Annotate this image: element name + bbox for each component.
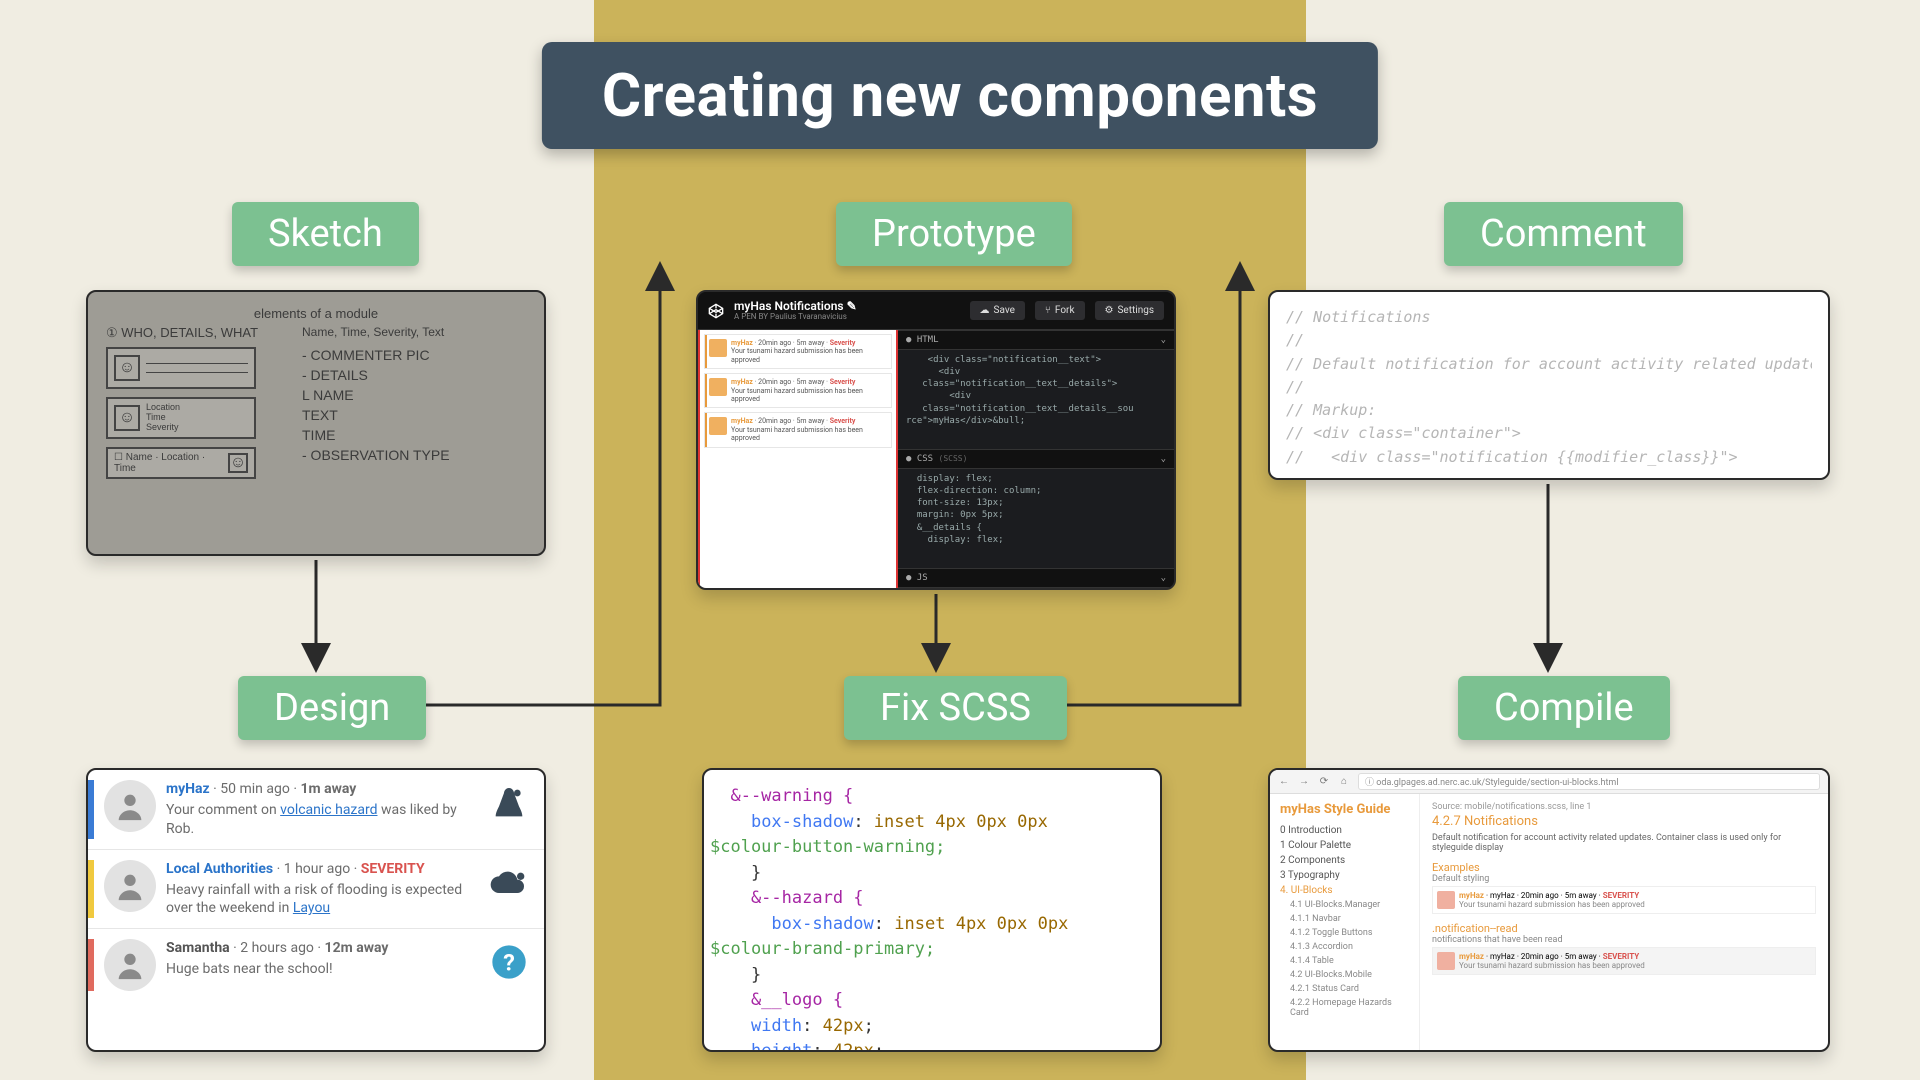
styleguide-nav-item[interactable]: 4.2.1 Status Card: [1280, 982, 1409, 996]
preview-notification: myHaz · 20min ago · 5m away · SeverityYo…: [704, 334, 892, 369]
slide-title: Creating new components: [542, 42, 1378, 149]
avatar: [709, 378, 727, 396]
read-heading: .notification--read: [1432, 922, 1816, 935]
browser-toolbar: ← → ⟳ ⌂ ⓘ oda.glpages.ad.nerc.ac.uk/Styl…: [1270, 770, 1828, 794]
url-bar[interactable]: ⓘ oda.glpages.ad.nerc.ac.uk/Styleguide/s…: [1358, 773, 1820, 790]
styleguide-main: Source: mobile/notifications.scss, line …: [1420, 794, 1828, 1050]
sketch-side-note: Name, Time, Severity, Text: [302, 325, 526, 339]
scss-code: &--warning { box-shadow: inset 4px 0px 0…: [710, 784, 1154, 1052]
styleguide-brand: myHas Style Guide: [1280, 802, 1409, 817]
avatar: [1437, 891, 1455, 909]
stage-fixscss-label: Fix SCSS: [844, 676, 1067, 740]
severity-bar: [88, 939, 94, 991]
styleguide-nav-item[interactable]: 4.2 UI-Blocks.Mobile: [1280, 968, 1409, 982]
sketch-header-line: ① WHO, DETAILS, WHAT: [106, 325, 286, 341]
cloud-icon: [486, 860, 532, 906]
styleguide-nav-item[interactable]: 0 Introduction: [1280, 823, 1409, 838]
sketch-panel: elements of a module ① WHO, DETAILS, WHA…: [86, 290, 546, 556]
notification-body: myHaz · 50 min ago · 1m awayYour comment…: [166, 780, 476, 839]
codepen-toolbar: myHas Notifications ✎ A PEN BY Paulius T…: [698, 292, 1174, 330]
notification-item[interactable]: myHaz · 50 min ago · 1m awayYour comment…: [88, 770, 544, 850]
chevron-down-icon: ⌄: [1161, 573, 1166, 583]
stage-comment-label: Comment: [1444, 202, 1683, 266]
styleguide-nav-item[interactable]: 4.1.2 Toggle Buttons: [1280, 926, 1409, 940]
stage-compile-label: Compile: [1458, 676, 1670, 740]
styleguide-sidebar: myHas Style Guide 0 Introduction1 Colour…: [1270, 794, 1420, 1050]
sketch-avatar-icon: ☺: [114, 355, 140, 381]
sketch-heading: elements of a module: [106, 306, 526, 321]
forward-icon[interactable]: →: [1298, 776, 1310, 787]
styleguide-nav-item[interactable]: 3 Typography: [1280, 868, 1409, 883]
chevron-down-icon: ⌄: [1161, 335, 1166, 345]
avatar: [1437, 952, 1455, 970]
codepen-logo-icon: [708, 303, 724, 319]
js-pane-header[interactable]: ● JS⌄: [898, 568, 1174, 588]
comment-panel: // Notifications // // Default notificat…: [1268, 290, 1830, 480]
sketch-avatar-icon: ☺: [114, 405, 140, 431]
svg-text:?: ?: [503, 949, 515, 977]
gear-icon: ⚙: [1105, 305, 1114, 316]
sketch-avatar-icon: ☺: [228, 453, 248, 473]
severity-bar: [88, 780, 94, 839]
home-icon[interactable]: ⌂: [1338, 776, 1350, 787]
styleguide-nav-item[interactable]: 1 Colour Palette: [1280, 838, 1409, 853]
prototype-panel: myHas Notifications ✎ A PEN BY Paulius T…: [696, 290, 1176, 590]
reload-icon[interactable]: ⟳: [1318, 776, 1330, 787]
preview-notification: myHaz · 20min ago · 5m away · SeverityYo…: [704, 373, 892, 408]
fork-icon: ⑂: [1045, 305, 1051, 316]
fix-scss-panel: &--warning { box-shadow: inset 4px 0px 0…: [702, 768, 1162, 1052]
css-code: display: flex; flex-direction: column; f…: [898, 469, 1174, 568]
styleguide-nav-item[interactable]: 4.1.3 Accordion: [1280, 940, 1409, 954]
html-pane-header[interactable]: ● HTML⌄: [898, 330, 1174, 350]
css-pane-header[interactable]: ● CSS (SCSS)⌄: [898, 449, 1174, 469]
settings-button[interactable]: ⚙Settings: [1095, 301, 1164, 320]
styleguide-nav-item[interactable]: 4.2.2 Homepage Hazards Card: [1280, 996, 1409, 1020]
styleguide-nav-item[interactable]: 2 Components: [1280, 853, 1409, 868]
design-panel: myHaz · 50 min ago · 1m awayYour comment…: [86, 768, 546, 1052]
stage-design-label: Design: [238, 676, 426, 740]
notification-body: Samantha · 2 hours ago · 12m awayHuge ba…: [166, 939, 476, 979]
codepen-preview: myHaz · 20min ago · 5m away · SeverityYo…: [698, 330, 898, 588]
sketch-module-box: ☐ Name · Location · Time ☺: [106, 447, 256, 479]
back-icon[interactable]: ←: [1278, 776, 1290, 787]
avatar: [104, 939, 156, 991]
avatar: [104, 780, 156, 832]
html-code: <div class="notification__text"> <div cl…: [898, 350, 1174, 449]
source-line: Source: mobile/notifications.scss, line …: [1432, 802, 1816, 812]
avatar: [104, 860, 156, 912]
avatar: [709, 339, 727, 357]
styleguide-nav-item[interactable]: 4. UI-Blocks: [1280, 883, 1409, 898]
example-default: myHaz · myHaz · 20min ago · 5m away · SE…: [1432, 886, 1816, 914]
examples-heading: Examples: [1432, 861, 1816, 874]
preview-notification: myHaz · 20min ago · 5m away · SeverityYo…: [704, 412, 892, 447]
pen-title: myHas Notifications ✎: [734, 300, 960, 313]
comment-code: // Notifications // // Default notificat…: [1286, 306, 1812, 469]
question-icon: ?: [486, 939, 532, 985]
compile-panel: ← → ⟳ ⌂ ⓘ oda.glpages.ad.nerc.ac.uk/Styl…: [1268, 768, 1830, 1052]
cloud-icon: ☁: [980, 305, 990, 316]
severity-bar: [88, 860, 94, 919]
save-button[interactable]: ☁Save: [970, 301, 1025, 320]
notification-body: Local Authorities · 1 hour ago · SEVERIT…: [166, 860, 476, 919]
example-read: myHaz · myHaz · 20min ago · 5m away · SE…: [1432, 947, 1816, 975]
volcano-icon: [486, 780, 532, 826]
styleguide-nav-item[interactable]: 4.1 UI-Blocks.Manager: [1280, 898, 1409, 912]
sketch-module-box: ☺ Location Time Severity: [106, 397, 256, 439]
styleguide-nav-item[interactable]: 4.1.4 Table: [1280, 954, 1409, 968]
fork-button[interactable]: ⑂Fork: [1035, 301, 1085, 320]
stage-prototype-label: Prototype: [836, 202, 1072, 266]
styleguide-nav-item[interactable]: 4.1.1 Navbar: [1280, 912, 1409, 926]
avatar: [709, 417, 727, 435]
notification-item[interactable]: Local Authorities · 1 hour ago · SEVERIT…: [88, 850, 544, 930]
stage-sketch-label: Sketch: [232, 202, 419, 266]
sketch-module-box: ☺: [106, 347, 256, 389]
section-desc: Default notification for account activit…: [1432, 833, 1816, 853]
notification-item[interactable]: Samantha · 2 hours ago · 12m awayHuge ba…: [88, 929, 544, 1001]
pen-author: A PEN BY Paulius Tvaranavicius: [734, 313, 960, 322]
section-heading: 4.2.7 Notifications: [1432, 814, 1816, 829]
chevron-down-icon: ⌄: [1161, 454, 1166, 464]
